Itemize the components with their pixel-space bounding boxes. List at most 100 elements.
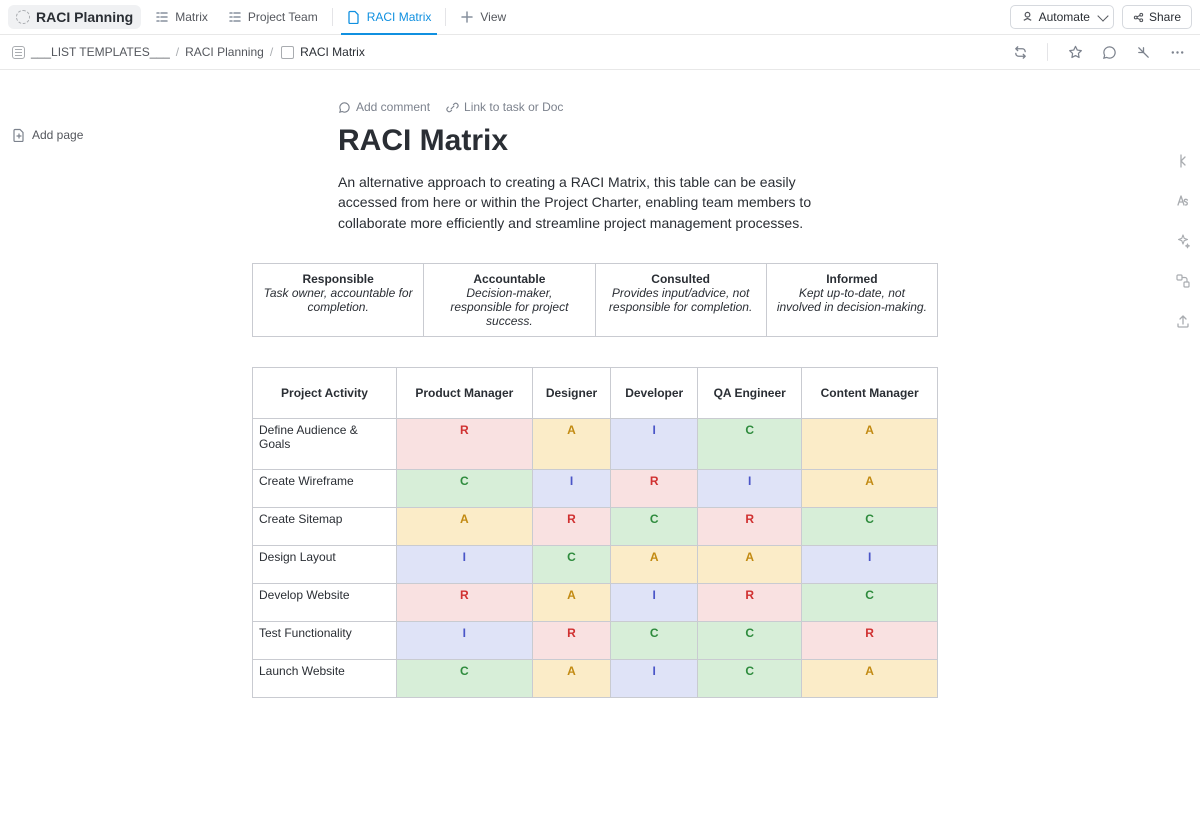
add-view-label: View <box>480 10 506 24</box>
automate-button[interactable]: Automate <box>1010 5 1114 29</box>
project-icon <box>16 10 30 24</box>
breadcrumb-final[interactable]: RACI Matrix <box>300 45 365 59</box>
page-title[interactable]: RACI Matrix <box>338 124 938 158</box>
raci-value-cell[interactable]: C <box>698 621 802 659</box>
divider <box>445 8 446 26</box>
chevron-down-icon <box>1097 10 1108 21</box>
breadcrumb-mid[interactable]: RACI Planning <box>185 45 264 59</box>
raci-value-cell[interactable]: R <box>397 583 533 621</box>
divider <box>1047 43 1048 61</box>
add-comment-label: Add comment <box>356 100 430 114</box>
automate-icon <box>1021 11 1034 24</box>
raci-col-role[interactable]: Product Manager <box>397 367 533 418</box>
raci-value-cell[interactable]: R <box>532 507 611 545</box>
ai-icon[interactable] <box>1172 230 1194 252</box>
topbar: RACI Planning Matrix Project Team RACI M… <box>0 0 1200 35</box>
raci-value-cell[interactable]: A <box>802 659 938 697</box>
tab-matrix[interactable]: Matrix <box>145 0 218 35</box>
def-body: Task owner, accountable for completion. <box>264 286 413 314</box>
main-content: Add comment Link to task or Doc RACI Mat… <box>338 100 938 698</box>
raci-value-cell[interactable]: C <box>802 583 938 621</box>
raci-col-role[interactable]: QA Engineer <box>698 367 802 418</box>
raci-value-cell[interactable]: R <box>802 621 938 659</box>
share-button[interactable]: Share <box>1122 5 1192 29</box>
raci-activity-cell[interactable]: Define Audience & Goals <box>253 418 397 469</box>
breadcrumb-separator: / <box>176 45 179 59</box>
raci-row: Define Audience & GoalsRAICA <box>253 418 938 469</box>
raci-value-cell[interactable]: C <box>698 418 802 469</box>
raci-row: Develop WebsiteRAIRC <box>253 583 938 621</box>
def-cell[interactable]: Informed Kept up-to-date, not involved i… <box>766 263 937 336</box>
page-intro[interactable]: An alternative approach to creating a RA… <box>338 172 858 233</box>
raci-value-cell[interactable]: C <box>611 621 698 659</box>
sync-icon[interactable] <box>1009 41 1031 63</box>
raci-value-cell[interactable]: A <box>397 507 533 545</box>
add-view-button[interactable]: View <box>450 0 516 35</box>
raci-value-cell[interactable]: I <box>802 545 938 583</box>
project-selector[interactable]: RACI Planning <box>8 5 141 29</box>
expand-toggle-icon[interactable] <box>1172 150 1194 172</box>
raci-activity-cell[interactable]: Test Functionality <box>253 621 397 659</box>
raci-col-role[interactable]: Designer <box>532 367 611 418</box>
def-body: Decision-maker, responsible for project … <box>450 286 568 328</box>
more-icon[interactable] <box>1166 41 1188 63</box>
raci-value-cell[interactable]: C <box>397 469 533 507</box>
add-page-button[interactable]: Add page <box>12 128 83 142</box>
raci-value-cell[interactable]: C <box>397 659 533 697</box>
raci-value-cell[interactable]: A <box>611 545 698 583</box>
raci-value-cell[interactable]: R <box>698 507 802 545</box>
doc-icon <box>347 10 361 24</box>
raci-value-cell[interactable]: A <box>802 418 938 469</box>
raci-col-role[interactable]: Developer <box>611 367 698 418</box>
raci-activity-cell[interactable]: Develop Website <box>253 583 397 621</box>
raci-value-cell[interactable]: C <box>611 507 698 545</box>
relations-icon[interactable] <box>1172 270 1194 292</box>
raci-value-cell[interactable]: A <box>532 659 611 697</box>
typography-icon[interactable] <box>1172 190 1194 212</box>
raci-value-cell[interactable]: R <box>532 621 611 659</box>
raci-row: Test FunctionalityIRCCR <box>253 621 938 659</box>
raci-activity-cell[interactable]: Design Layout <box>253 545 397 583</box>
raci-activity-cell[interactable]: Launch Website <box>253 659 397 697</box>
export-icon[interactable] <box>1172 310 1194 332</box>
raci-value-cell[interactable]: A <box>698 545 802 583</box>
raci-row: Create WireframeCIRIA <box>253 469 938 507</box>
add-comment-link[interactable]: Add comment <box>338 100 430 114</box>
raci-value-cell[interactable]: I <box>611 418 698 469</box>
raci-value-cell[interactable]: A <box>802 469 938 507</box>
raci-value-cell[interactable]: R <box>397 418 533 469</box>
raci-col-role[interactable]: Content Manager <box>802 367 938 418</box>
def-cell[interactable]: Consulted Provides input/advice, not res… <box>595 263 766 336</box>
tab-raci-matrix[interactable]: RACI Matrix <box>337 0 442 35</box>
raci-row: Design LayoutICAAI <box>253 545 938 583</box>
raci-activity-cell[interactable]: Create Sitemap <box>253 507 397 545</box>
raci-value-cell[interactable]: I <box>397 545 533 583</box>
raci-value-cell[interactable]: I <box>397 621 533 659</box>
raci-col-activity[interactable]: Project Activity <box>253 367 397 418</box>
tab-project-team[interactable]: Project Team <box>218 0 328 35</box>
def-cell[interactable]: Accountable Decision-maker, responsible … <box>424 263 595 336</box>
raci-value-cell[interactable]: C <box>698 659 802 697</box>
raci-value-cell[interactable]: C <box>532 545 611 583</box>
link-task-link[interactable]: Link to task or Doc <box>446 100 563 114</box>
project-name: RACI Planning <box>36 9 133 25</box>
raci-value-cell[interactable]: I <box>611 659 698 697</box>
comments-icon[interactable] <box>1098 41 1120 63</box>
breadcrumb-root[interactable]: ___LIST TEMPLATES___ <box>31 45 170 59</box>
raci-value-cell[interactable]: C <box>802 507 938 545</box>
raci-value-cell[interactable]: I <box>611 583 698 621</box>
def-head: Accountable <box>434 272 584 286</box>
def-cell[interactable]: Responsible Task owner, accountable for … <box>253 263 424 336</box>
collapse-icon[interactable] <box>1132 41 1154 63</box>
raci-value-cell[interactable]: A <box>532 583 611 621</box>
star-icon[interactable] <box>1064 41 1086 63</box>
tab-label: Matrix <box>175 10 208 24</box>
raci-value-cell[interactable]: I <box>698 469 802 507</box>
raci-value-cell[interactable]: A <box>532 418 611 469</box>
tab-label: RACI Matrix <box>367 10 432 24</box>
raci-activity-cell[interactable]: Create Wireframe <box>253 469 397 507</box>
definitions-table: Responsible Task owner, accountable for … <box>252 263 938 337</box>
raci-value-cell[interactable]: I <box>532 469 611 507</box>
raci-value-cell[interactable]: R <box>698 583 802 621</box>
raci-value-cell[interactable]: R <box>611 469 698 507</box>
